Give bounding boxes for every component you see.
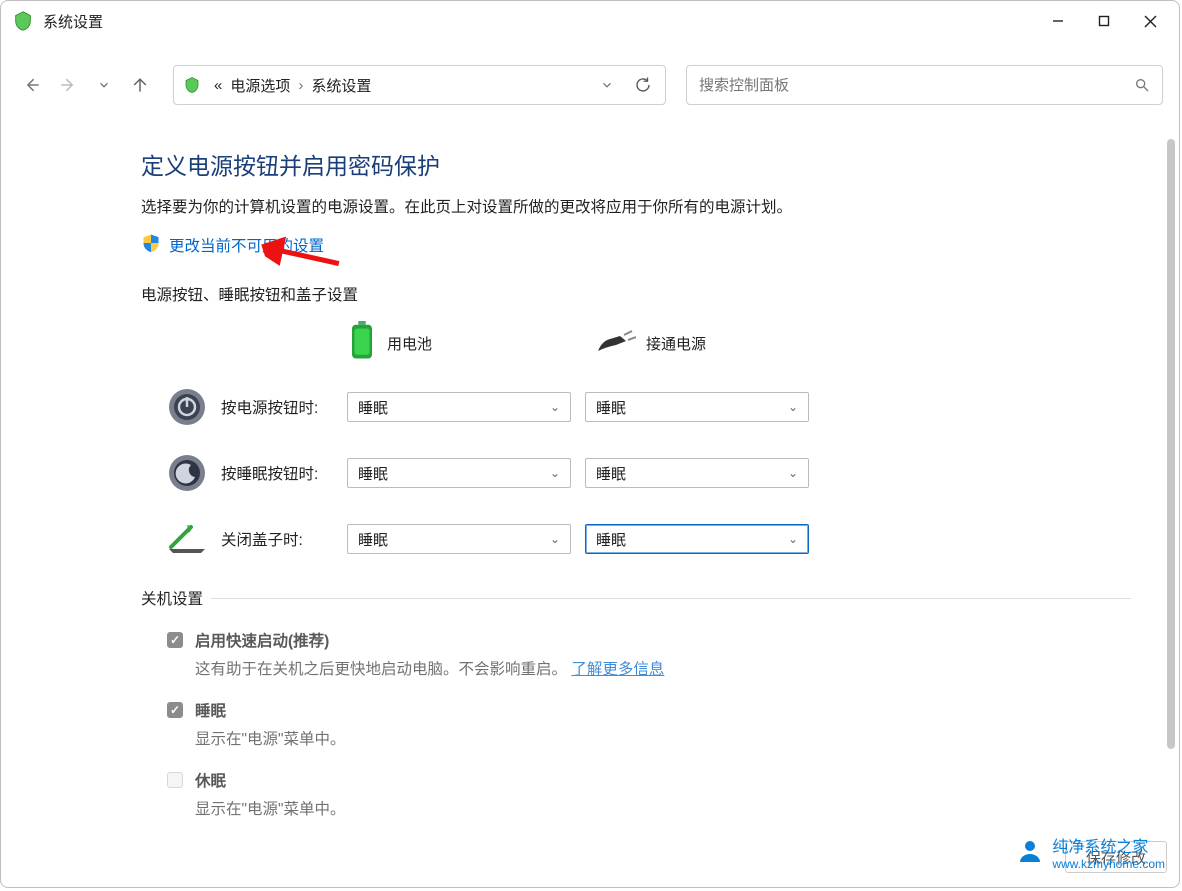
watermark: 纯净系统之家 www.kzmyhome.com	[1016, 833, 1165, 871]
opt-fast-label: 启用快速启动(推荐)	[195, 633, 329, 650]
shutdown-section-label: 关机设置	[141, 587, 203, 609]
column-battery-label: 用电池	[387, 333, 432, 354]
lid-battery-combo[interactable]: 睡眠⌄	[347, 524, 571, 554]
row-sleep-label: 按睡眠按钮时:	[221, 462, 347, 484]
window: 系统设置 «	[0, 0, 1180, 888]
watermark-url: www.kzmyhome.com	[1052, 857, 1165, 871]
opt-fast-start: 启用快速启动(推荐) 这有助于在关机之后更快地启动电脑。不会影响重启。 了解更多…	[167, 629, 1131, 679]
chevron-down-icon: ⌄	[788, 466, 798, 480]
opt-hibernate: 休眠 显示在"电源"菜单中。	[167, 769, 1131, 819]
breadcrumb-power[interactable]: 电源选项	[226, 75, 294, 96]
row-sleep-button: 按睡眠按钮时: 睡眠⌄ 睡眠⌄	[165, 451, 1131, 495]
watermark-logo-icon	[1016, 838, 1044, 866]
close-button[interactable]	[1127, 1, 1173, 41]
power-battery-combo[interactable]: 睡眠⌄	[347, 392, 571, 422]
forward-button[interactable]	[55, 72, 81, 98]
chevron-down-icon: ⌄	[550, 466, 560, 480]
opt-hibernate-sub: 显示在"电源"菜单中。	[195, 797, 346, 819]
change-unavailable-link[interactable]: 更改当前不可用的设置	[169, 234, 324, 256]
refresh-button[interactable]	[629, 71, 657, 99]
opt-sleep-label: 睡眠	[195, 703, 226, 720]
row-lid: 关闭盖子时: 睡眠⌄ 睡眠⌄	[165, 517, 1131, 561]
scrollbar[interactable]	[1167, 139, 1175, 749]
up-button[interactable]	[127, 72, 153, 98]
search-icon[interactable]	[1122, 77, 1162, 93]
breadcrumb-root[interactable]: «	[210, 77, 226, 94]
sleep-ac-combo[interactable]: 睡眠⌄	[585, 458, 809, 488]
content-area: 定义电源按钮并启用密码保护 选择要为你的计算机设置的电源设置。在此页上对设置所做…	[1, 121, 1179, 827]
page-description: 选择要为你的计算机设置的电源设置。在此页上对设置所做的更改将应用于你所有的电源计…	[141, 195, 1131, 217]
chevron-down-icon: ⌄	[550, 400, 560, 414]
checkbox-fast-start[interactable]	[167, 632, 183, 648]
breadcrumb-system[interactable]: 系统设置	[307, 75, 375, 96]
column-ac-label: 接通电源	[646, 333, 706, 354]
search-box[interactable]	[686, 65, 1163, 105]
address-bar[interactable]: « 电源选项 › 系统设置	[173, 65, 666, 105]
row-power-label: 按电源按钮时:	[221, 396, 347, 418]
bottom-bar: 保存修改	[13, 833, 1167, 881]
sleep-button-icon	[165, 451, 209, 495]
nav-row: « 电源选项 › 系统设置	[1, 63, 1179, 107]
lid-ac-combo[interactable]: 睡眠⌄	[585, 524, 809, 554]
column-headers: 用电池 接通电源	[347, 321, 1131, 365]
chevron-down-icon: ⌄	[788, 400, 798, 414]
opt-hibernate-label: 休眠	[195, 773, 226, 790]
power-ac-combo[interactable]: 睡眠⌄	[585, 392, 809, 422]
maximize-button[interactable]	[1081, 1, 1127, 41]
app-icon	[11, 9, 35, 33]
learn-more-link[interactable]: 了解更多信息	[571, 661, 664, 678]
title-bar: 系统设置	[1, 1, 1179, 41]
history-button[interactable]	[91, 72, 117, 98]
chevron-down-icon: ⌄	[788, 532, 798, 546]
breadcrumb-separator: ›	[294, 77, 307, 94]
opt-fast-sub: 这有助于在关机之后更快地启动电脑。不会影响重启。 了解更多信息	[195, 657, 664, 679]
checkbox-hibernate[interactable]	[167, 772, 183, 788]
divider	[211, 598, 1131, 599]
row-power-button: 按电源按钮时: 睡眠⌄ 睡眠⌄	[165, 385, 1131, 429]
window-title: 系统设置	[43, 11, 103, 32]
shield-icon	[141, 233, 161, 257]
lid-icon	[165, 517, 209, 561]
opt-sleep: 睡眠 显示在"电源"菜单中。	[167, 699, 1131, 749]
chevron-down-icon: ⌄	[550, 532, 560, 546]
section-title: 电源按钮、睡眠按钮和盖子设置	[141, 283, 1131, 305]
watermark-name: 纯净系统之家	[1052, 833, 1165, 857]
checkbox-sleep[interactable]	[167, 702, 183, 718]
opt-sleep-sub: 显示在"电源"菜单中。	[195, 727, 346, 749]
search-input[interactable]	[687, 77, 1122, 94]
page-title: 定义电源按钮并启用密码保护	[141, 147, 1131, 181]
address-dropdown[interactable]	[593, 71, 621, 99]
power-button-icon	[165, 385, 209, 429]
row-lid-label: 关闭盖子时:	[221, 528, 347, 550]
plug-icon	[596, 327, 636, 359]
shutdown-section-header: 关机设置	[141, 587, 1131, 609]
battery-icon	[347, 321, 377, 365]
admin-link-row: 更改当前不可用的设置	[141, 233, 1131, 257]
back-button[interactable]	[19, 72, 45, 98]
location-icon	[182, 75, 202, 95]
minimize-button[interactable]	[1035, 1, 1081, 41]
sleep-battery-combo[interactable]: 睡眠⌄	[347, 458, 571, 488]
